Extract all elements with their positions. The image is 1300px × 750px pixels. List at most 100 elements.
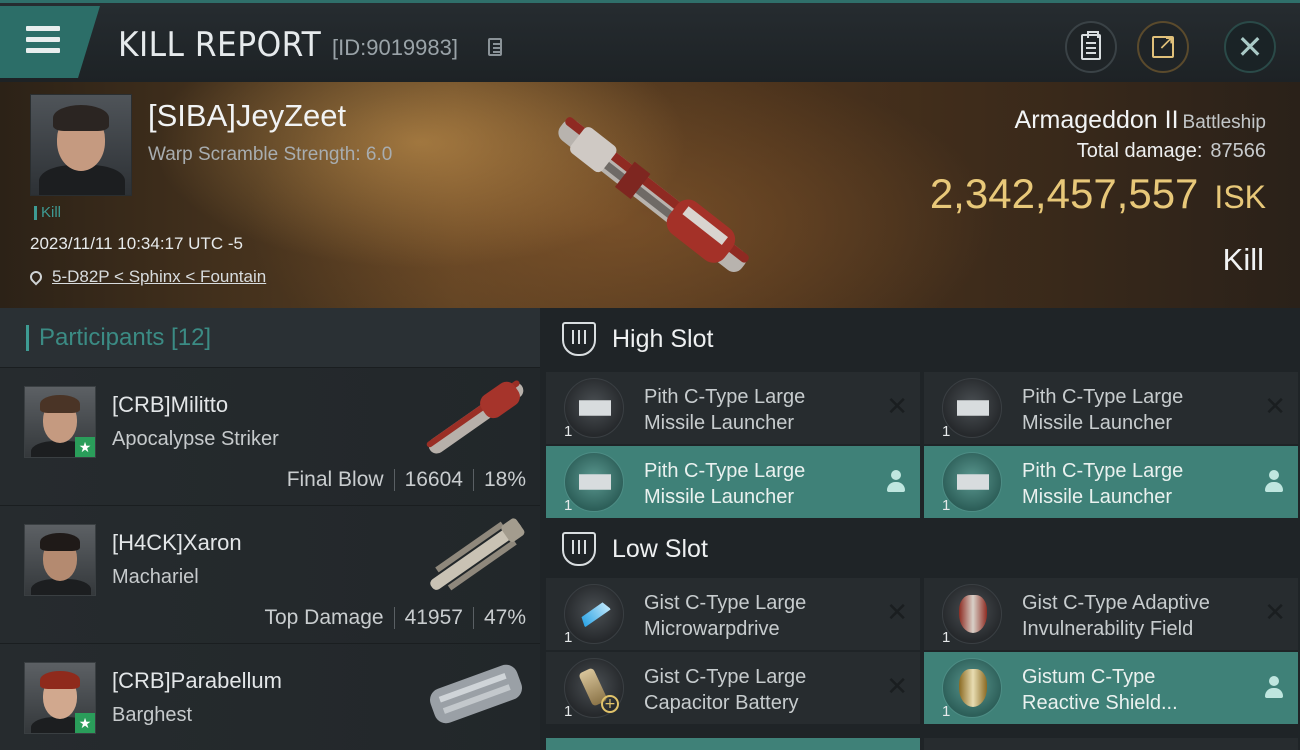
total-damage: Total damage: 87566 — [1077, 140, 1266, 163]
kill-location[interactable]: 5-D82P < Sphinx < Fountain — [27, 267, 266, 287]
ship-class: Battleship — [1182, 112, 1266, 133]
share-icon — [1152, 30, 1175, 58]
copy-icon[interactable] — [488, 38, 502, 56]
isk-unit: ISK — [1214, 179, 1266, 215]
module-item[interactable]: 1 Pith C-Type Large Missile Launcher ✕ — [546, 372, 920, 444]
isk-amount: 2,342,457,557 — [929, 170, 1199, 217]
module-name: Pith C-Type Large Missile Launcher — [1022, 386, 1184, 434]
kill-tag: Kill — [34, 205, 61, 220]
microwarpdrive-icon — [564, 584, 624, 644]
participant-name: [CRB]Militto — [112, 392, 229, 417]
avatar[interactable]: ★ — [24, 386, 96, 458]
menu-button[interactable] — [0, 6, 100, 78]
low-slot-icon — [562, 532, 596, 566]
module-item[interactable]: 1 Gist C-Type Large Microwarpdrive ✕ — [546, 578, 920, 650]
participant-stats: Top Damage 41957 47% — [264, 606, 526, 630]
high-slot-icon — [562, 322, 596, 356]
low-slot-header: Low Slot — [540, 518, 1300, 580]
module-item[interactable]: 1 Gistum C-Type Reactive Shield... — [924, 652, 1298, 724]
share-button[interactable] — [1137, 21, 1189, 73]
star-icon: ★ — [75, 437, 95, 457]
warp-scramble-strength: Warp Scramble Strength: 6.0 — [148, 144, 393, 165]
module-quantity: 1 — [942, 703, 951, 720]
module-quantity: 1 — [564, 497, 573, 514]
participant-role: Top Damage — [264, 606, 384, 629]
missile-launcher-icon — [942, 378, 1002, 438]
victim-ship[interactable]: Armageddon II Battleship — [1015, 106, 1266, 135]
page-title: KILL REPORT — [118, 25, 322, 65]
module-item-partial[interactable] — [924, 738, 1298, 750]
participant-damage: 41957 — [404, 606, 463, 629]
clipboard-button[interactable] — [1065, 21, 1117, 73]
kill-result: Kill — [1222, 242, 1264, 277]
location-link[interactable]: 5-D82P < Sphinx < Fountain — [52, 267, 266, 287]
report-id: [ID:9019983] — [332, 35, 458, 60]
missile-launcher-icon — [564, 452, 624, 512]
participant-ship: Barghest — [112, 704, 193, 726]
destroyed-icon: ✕ — [886, 598, 908, 628]
participant-ship-image — [430, 518, 525, 591]
participant-damage: 16604 — [404, 468, 463, 491]
victim-name[interactable]: [SIBA]JeyZeet — [148, 98, 346, 134]
victim-avatar[interactable] — [30, 94, 132, 196]
module-name: Pith C-Type Large Missile Launcher — [644, 386, 806, 434]
close-button[interactable]: ✕ — [1224, 21, 1276, 73]
participants-title: Participants [12] — [26, 325, 211, 351]
close-icon: ✕ — [1236, 28, 1264, 66]
fitting-panel: High Slot 1 Pith C-Type Large Missile Lau… — [540, 308, 1300, 750]
module-name: Gist C-Type Adaptive Invulnerability Fiel… — [1022, 592, 1210, 640]
participant-name: [CRB]Parabellum — [112, 668, 282, 693]
avatar[interactable] — [24, 524, 96, 596]
capacitor-battery-icon: + — [564, 658, 624, 718]
low-slot-label: Low Slot — [612, 534, 708, 563]
module-item[interactable]: 1 Pith C-Type Large Missile Launcher — [546, 446, 920, 518]
participant-ship: Apocalypse Striker — [112, 428, 279, 450]
participant-row[interactable]: ★ [CRB]Parabellum Barghest — [0, 644, 540, 750]
module-quantity: 1 — [942, 629, 951, 646]
shield-icon — [942, 658, 1002, 718]
module-item[interactable]: 1 Gist C-Type Adaptive Invulnerability Fi… — [924, 578, 1298, 650]
module-name: Pith C-Type Large Missile Launcher — [644, 460, 806, 508]
clipboard-icon — [1081, 31, 1101, 60]
avatar[interactable]: ★ — [24, 662, 96, 734]
module-item[interactable]: + 1 Gist C-Type Large Capacitor Battery ✕ — [546, 652, 920, 724]
participants-panel: Participants [12] ★ [CRB]Militto Apocaly… — [0, 308, 540, 750]
top-bar: KILL REPORT [ID:9019983] ✕ — [0, 0, 1300, 82]
participant-row[interactable]: ★ [CRB]Militto Apocalypse Striker Final … — [0, 368, 540, 506]
module-item[interactable]: 1 Pith C-Type Large Missile Launcher ✕ — [924, 372, 1298, 444]
module-quantity: 1 — [564, 423, 573, 440]
menu-icon — [26, 26, 60, 54]
high-slot-label: High Slot — [612, 324, 714, 353]
missile-launcher-icon — [564, 378, 624, 438]
shield-icon — [942, 584, 1002, 644]
participant-role: Final Blow — [286, 468, 384, 491]
destroyed-icon: ✕ — [1264, 598, 1286, 628]
destroyed-icon: ✕ — [1264, 392, 1286, 422]
module-item-partial[interactable] — [546, 738, 920, 750]
total-damage-label: Total damage: — [1076, 140, 1203, 162]
module-name: Pith C-Type Large Missile Launcher — [1022, 460, 1184, 508]
destroyed-icon: ✕ — [886, 672, 908, 702]
ship-name: Armageddon II — [1014, 106, 1179, 134]
participant-stats: Final Blow 16604 18% — [287, 468, 526, 492]
dropped-person-icon — [886, 470, 906, 492]
participant-ship-image — [429, 664, 523, 724]
star-icon: ★ — [75, 713, 95, 733]
total-damage-value: 87566 — [1210, 140, 1266, 162]
participant-row[interactable]: [H4CK]Xaron Machariel Top Damage 41957 4… — [0, 506, 540, 644]
dropped-person-icon — [1264, 470, 1284, 492]
victim-ship-image — [558, 117, 749, 273]
dropped-person-icon — [1264, 676, 1284, 698]
participants-header: Participants [12] — [0, 308, 540, 368]
module-name: Gistum C-Type Reactive Shield... — [1022, 666, 1178, 714]
participant-name: [H4CK]Xaron — [112, 530, 242, 555]
participant-percent: 18% — [483, 468, 526, 491]
location-pin-icon — [27, 268, 45, 286]
module-name: Gist C-Type Large Capacitor Battery — [644, 666, 807, 714]
isk-value: 2,342,457,557 ISK — [930, 170, 1266, 218]
module-item[interactable]: 1 Pith C-Type Large Missile Launcher — [924, 446, 1298, 518]
participant-ship: Machariel — [112, 566, 199, 588]
victim-summary: [SIBA]JeyZeet Warp Scramble Strength: 6.… — [0, 82, 1300, 308]
module-quantity: 1 — [564, 703, 573, 720]
module-quantity: 1 — [564, 629, 573, 646]
